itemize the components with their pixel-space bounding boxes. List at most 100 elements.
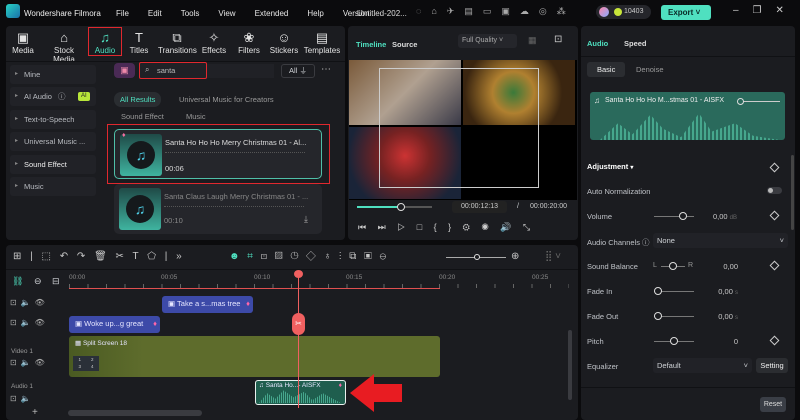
sound-balance-slider[interactable]	[661, 262, 685, 270]
pitch-slider[interactable]	[654, 337, 694, 345]
download-icon[interactable]: ⤓	[304, 214, 308, 225]
menu-file[interactable]: File	[116, 9, 129, 18]
playhead-handle[interactable]	[294, 270, 303, 278]
app-title: Wondershare Filmora	[24, 9, 101, 18]
playhead[interactable]	[298, 272, 299, 408]
reset-button[interactable]: Reset	[760, 397, 786, 412]
auto-normalization-toggle[interactable]	[767, 187, 782, 194]
export-button[interactable]: Export ˅	[661, 5, 711, 20]
subtab-basic[interactable]: Basic	[587, 62, 626, 77]
progress-knob[interactable]	[397, 203, 405, 211]
tab-filters[interactable]: ❀ Filters	[232, 30, 266, 55]
section-adjustment[interactable]: Adjustment ▾	[587, 162, 633, 171]
sidebar-item-universal-music[interactable]: Universal Music ...	[10, 132, 96, 151]
sidebar-item-mine[interactable]: Mine	[10, 65, 96, 84]
menu-view[interactable]: View	[218, 9, 235, 18]
horizontal-scrollbar[interactable]	[68, 410, 202, 416]
filter-sound-effect[interactable]: Sound Effect	[121, 112, 164, 121]
tab-transitions[interactable]: ⧉ Transitions	[158, 30, 197, 55]
audio-waveform	[259, 390, 341, 403]
tab-titles[interactable]: T Titles	[122, 30, 156, 55]
sidebar-item-ai-audio[interactable]: AI AudioⓘAI	[10, 87, 96, 106]
waveform-view-icon[interactable]: ⊡	[554, 34, 562, 45]
result-title: Santa Ho Ho Ho Merry Christmas 01 - Al..…	[165, 138, 307, 147]
filter-music[interactable]: Music	[186, 112, 206, 121]
tab-timeline[interactable]: Timeline	[356, 40, 386, 49]
sidebar-item-music[interactable]: Music	[10, 177, 96, 196]
sidebar-item-text-to-speech[interactable]: Text-to-Speech	[10, 110, 96, 129]
music-note-icon: ♫	[594, 96, 600, 105]
audio-result-card[interactable]: ♦ Santa Ho Ho Ho Merry Christmas 01 - Al…	[114, 129, 322, 179]
more-icon[interactable]: ⋯	[321, 64, 331, 75]
fade-in-knob[interactable]	[654, 287, 662, 295]
zoom-knob[interactable]	[474, 254, 480, 260]
subtab-denoise[interactable]: Denoise	[636, 65, 664, 74]
total-time: 00:00:20:00	[530, 203, 567, 210]
audio-channels-select[interactable]: None ˅	[653, 233, 788, 248]
filter-universal-music[interactable]: Universal Music for Creators	[179, 95, 274, 104]
tab-speed[interactable]: Speed	[624, 39, 647, 48]
tab-templates[interactable]: ▤ Templates	[303, 30, 341, 55]
split-grid: 1234	[73, 356, 99, 371]
video-clip[interactable]: ▦ Split Screen 18 1234	[69, 336, 440, 377]
zoom-in-icon[interactable]: ⊕	[511, 251, 519, 262]
ai-music-button[interactable]: ▣	[114, 63, 135, 78]
track-controls[interactable]: ⊡🔈👁	[10, 298, 49, 307]
window-controls[interactable]: –❐✕	[733, 5, 798, 16]
zoom-slider[interactable]	[446, 254, 506, 260]
tab-stock-media[interactable]: ⌂ Stock Media	[44, 30, 84, 64]
title-clip[interactable]: ▣ Woke up...g great ♦	[69, 316, 160, 333]
audio-result-card[interactable]: Santa Claus Laugh Merry Christmas 01 - .…	[114, 184, 322, 234]
menu-tools[interactable]: Tools	[181, 9, 200, 18]
scrollbar[interactable]	[791, 155, 794, 230]
balance-r: R	[688, 262, 694, 269]
progress-slider[interactable]	[357, 203, 432, 211]
quality-select[interactable]: Full Quality ˅	[458, 34, 517, 48]
tab-stickers[interactable]: ☺ Stickers	[267, 30, 301, 55]
help-icon: ⓘ	[57, 92, 66, 101]
tab-audio-props[interactable]: Audio	[587, 39, 608, 48]
equalizer-setting-button[interactable]: Setting	[756, 358, 788, 373]
filter-button[interactable]: All ⏚	[281, 64, 315, 78]
clip-volume-line[interactable]	[740, 101, 780, 102]
timeline-toolbar[interactable]: ⊞ | ⬚ ↶ ↷ 🗑 ✂ T ⬠ | »	[13, 251, 182, 262]
tab-effects[interactable]: ✧ Effects	[197, 30, 231, 55]
playback-controls[interactable]: ⏮ ⏭ ▷ □ { } ⚙ ◉ 🔊 ⤡	[358, 222, 530, 233]
audio-clip[interactable]: ♫ Santa Ho...- AISFX ♦	[255, 380, 346, 405]
fade-out-label: Fade Out	[587, 312, 619, 321]
credits-count: 10403	[624, 8, 644, 15]
fade-out-slider[interactable]	[654, 312, 694, 320]
tab-source[interactable]: Source	[392, 40, 417, 49]
tab-media[interactable]: ▣ Media	[6, 30, 40, 55]
grid-view-icon[interactable]: ▦	[528, 35, 537, 46]
fade-out-knob[interactable]	[654, 312, 662, 320]
fade-in-slider[interactable]	[654, 287, 694, 295]
track-link-icons[interactable]: ⛓ ⊖ ⊟	[12, 276, 60, 287]
equalizer-select[interactable]: Default ˅	[653, 358, 752, 373]
add-track-button[interactable]: +	[32, 407, 38, 418]
track-controls[interactable]: ⊡🔈👁	[10, 318, 49, 327]
volume-knob[interactable]	[679, 212, 687, 220]
tab-audio[interactable]: ♫ Audio	[88, 27, 122, 56]
coin-icon	[614, 8, 622, 16]
layout-icon[interactable]: ⣿ ˅	[545, 251, 561, 262]
sidebar-item-sound-effect[interactable]: Sound Effect	[10, 155, 96, 174]
split-scissors-button[interactable]: ✂	[292, 313, 305, 335]
track-controls[interactable]: ⊡🔈👁	[10, 358, 49, 367]
vertical-scrollbar[interactable]	[568, 330, 572, 400]
credits-badge[interactable]: 10403	[596, 5, 651, 19]
menu-edit[interactable]: Edit	[148, 9, 162, 18]
menu-extended[interactable]: Extended	[255, 9, 289, 18]
pitch-knob[interactable]	[670, 337, 678, 345]
menu-help[interactable]: Help	[307, 9, 323, 18]
filter-all-results[interactable]: All Results	[114, 92, 162, 107]
clip-volume-knob[interactable]	[737, 98, 744, 105]
title-clip[interactable]: ▣ Take a s...mas tree ♦	[162, 296, 253, 313]
effects-icon: ✧	[208, 30, 220, 45]
balance-knob[interactable]	[669, 262, 677, 270]
track-controls[interactable]: ⊡🔈	[10, 394, 35, 403]
search-input[interactable]: ⌕ santa	[139, 62, 207, 79]
menu-bar: File Edit Tools View Extended Help Version	[116, 9, 389, 18]
volume-slider[interactable]	[654, 212, 694, 220]
timeline-tools[interactable]: ☻ ⌗ ⊡ ▨ ◷ ◇ ♁ ⫶ ⧉ ▣ ⊖	[229, 251, 386, 262]
